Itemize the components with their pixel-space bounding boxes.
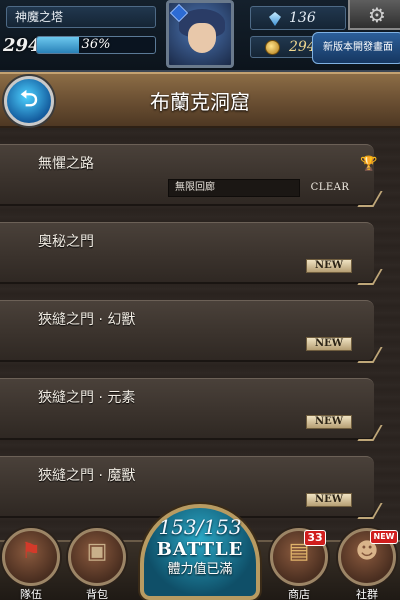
stamina-count: 153/153 — [158, 515, 242, 539]
battle-label: BATTLE — [156, 539, 244, 560]
new-tag: NEW — [306, 337, 352, 351]
nav-team-button[interactable]: ⚑ — [2, 528, 60, 586]
stamina-status: 體力值已滿 — [167, 562, 233, 577]
backpack-icon: ▣ — [86, 539, 108, 564]
nav-bag-button[interactable]: ▣ — [68, 528, 126, 586]
flag-icon: ⚑ — [21, 539, 41, 564]
settings-button[interactable]: ⚙ — [348, 0, 400, 30]
stage-name: 狹縫之門 · 幻獸 — [38, 312, 136, 328]
nav-team-label: 隊伍 — [20, 588, 42, 600]
exp-bar: 36% — [36, 36, 156, 54]
battle-button[interactable]: 153/153 BATTLE 體力值已滿 — [140, 504, 260, 600]
gem-counter[interactable]: 136 — [250, 6, 346, 30]
gear-icon: ⚙ — [368, 3, 386, 27]
page-title: 布蘭克洞窟 — [150, 90, 250, 114]
page-header: ⮌ 布蘭克洞窟 — [0, 72, 400, 128]
player-avatar[interactable] — [166, 0, 234, 68]
nav-social-label: 社群 — [356, 588, 378, 600]
clear-tag: CLEAR — [310, 182, 350, 193]
social-new-badge: NEW — [370, 530, 398, 544]
stage-list: 無懼之路 🏆 無限回廊 CLEAR 奧秘之門 NEW 狹縫之門 · 幻獸 NEW… — [0, 130, 400, 540]
stage-row[interactable]: 狹縫之門 · 幻獸 NEW — [0, 300, 374, 360]
stage-sub-label: 無限回廊 — [168, 179, 300, 197]
nav-shop-label: 商店 — [288, 588, 310, 600]
dev-version-banner[interactable]: 新版本開發畫面 — [312, 32, 400, 64]
new-tag: NEW — [306, 415, 352, 429]
exp-percent: 36% — [81, 37, 111, 52]
new-tag: NEW — [306, 493, 352, 507]
nav-bag-label: 背包 — [86, 588, 108, 600]
stage-row[interactable]: 無懼之路 🏆 無限回廊 CLEAR — [0, 144, 378, 204]
top-hud: 神魔之塔 294 36% 136 294 ⚙ 新版本開發畫面 — [0, 0, 400, 72]
shop-badge: 33 — [304, 530, 326, 546]
avatar-face — [188, 23, 216, 53]
diamond-icon — [269, 12, 281, 26]
trophy-icon: 🏆 — [360, 156, 378, 172]
stage-name: 狹縫之門 · 元素 — [38, 390, 136, 406]
stage-name: 奧秘之門 — [38, 234, 94, 250]
coin-icon — [265, 40, 280, 55]
new-tag: NEW — [306, 259, 352, 273]
stage-name: 無懼之路 — [38, 156, 94, 172]
stage-row[interactable]: 奧秘之門 NEW — [0, 222, 374, 282]
stage-row[interactable]: 狹縫之門 · 元素 NEW — [0, 378, 374, 438]
player-level: 294 — [3, 35, 41, 56]
stage-name: 狹縫之門 · 魔獸 — [38, 468, 136, 484]
gem-count: 136 — [289, 10, 316, 26]
game-title: 神魔之塔 — [6, 6, 156, 28]
